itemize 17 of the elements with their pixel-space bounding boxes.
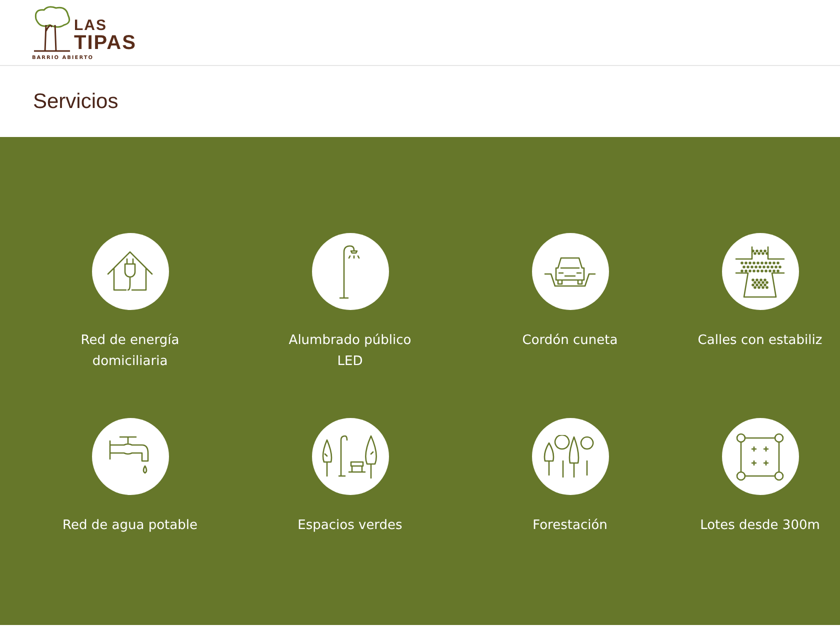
street-lamp-icon <box>338 244 362 300</box>
section-title: Servicios <box>33 90 118 114</box>
service-label: Calles con estabiliz <box>698 332 822 350</box>
service-label: Red de agua potable <box>62 517 198 535</box>
tree-icon <box>32 4 72 52</box>
service-label: Cordón cuneta <box>522 332 618 350</box>
paved-road-icon <box>734 244 786 298</box>
service-label: Espacios verdes <box>298 517 402 535</box>
lot-plan-icon <box>735 432 785 482</box>
service-label: Forestación <box>532 517 608 535</box>
logo-text: TIPAS <box>74 32 136 52</box>
park-bench-trees-icon <box>321 434 379 480</box>
service-label: Red de energía domiciliaria <box>80 332 180 371</box>
logo-text: LAS <box>74 18 108 32</box>
service-label: Lotes desde 300m <box>700 517 820 535</box>
house-plug-icon <box>106 250 154 294</box>
service-label: Alumbrado público LED <box>288 332 412 371</box>
